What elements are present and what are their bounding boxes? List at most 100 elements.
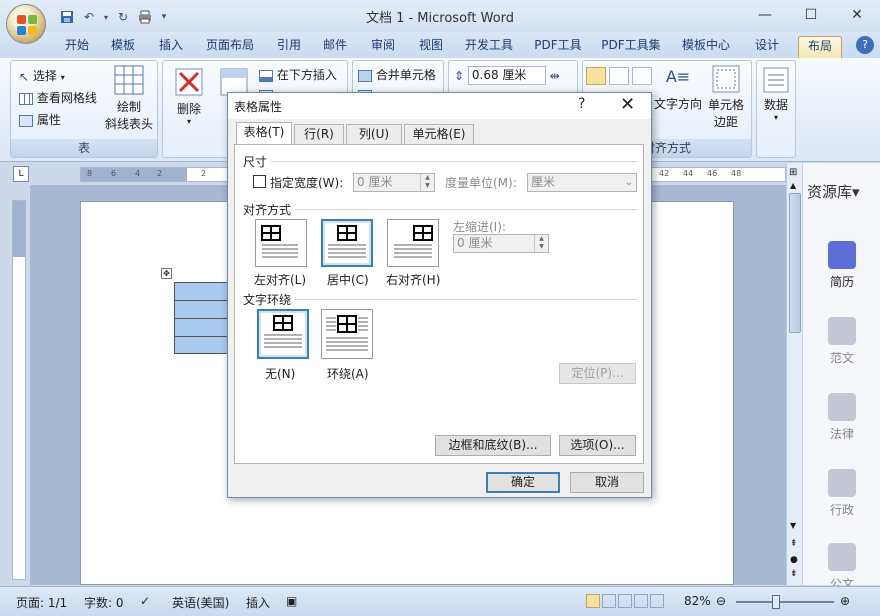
dropdown-arrow-icon[interactable]: ▾	[102, 8, 110, 26]
tab-insert[interactable]: 插入	[154, 36, 188, 56]
previous-page-icon[interactable]: ⇞	[790, 539, 798, 549]
tab-template-center[interactable]: 模板中心	[676, 36, 736, 56]
delete-button[interactable]: 删除 ▾	[171, 67, 207, 126]
tab-home[interactable]: 开始	[60, 36, 94, 56]
print-layout-icon[interactable]	[586, 594, 600, 608]
dialog-close-icon[interactable]: ✕	[620, 94, 635, 115]
specify-width-checkbox[interactable]	[253, 175, 266, 188]
draw-diagonal-header-button[interactable]: 绘制 斜线表头	[105, 65, 153, 132]
tab-mailings[interactable]: 邮件	[318, 36, 352, 56]
width-input[interactable]: 0 厘米 ▲ ▼	[353, 173, 435, 192]
vertical-scrollbar[interactable]: ⊞ ▲ ▼ ⇞ ● ⇟	[786, 163, 802, 585]
undo-icon[interactable]: ↶	[80, 8, 98, 26]
language-indicator[interactable]: 英语(美国)	[172, 594, 229, 611]
insert-mode[interactable]: 插入	[246, 594, 270, 611]
scroll-down-arrow-icon[interactable]: ▼	[790, 521, 796, 530]
insert-below-button[interactable]: 在下方插入	[259, 66, 337, 83]
vertical-ruler[interactable]	[12, 200, 26, 580]
official-doc-item[interactable]: 公文	[803, 543, 880, 592]
close-window-button[interactable]: ✕	[834, 0, 880, 30]
tab-column[interactable]: 列(U)	[346, 124, 402, 145]
zoom-in-icon[interactable]: ⊕	[840, 594, 850, 608]
minimize-button[interactable]: —	[742, 0, 788, 30]
data-button[interactable]: 数据 ▾	[759, 67, 793, 122]
table-move-handle[interactable]: ✥	[161, 268, 172, 279]
zoom-slider-track[interactable]	[736, 601, 834, 603]
next-page-icon[interactable]: ⇟	[790, 569, 798, 579]
tab-row[interactable]: 行(R)	[294, 124, 344, 145]
align-top-right-button[interactable]	[632, 67, 652, 85]
ruler-margin-top	[13, 201, 25, 257]
ok-button[interactable]: 确定	[486, 472, 560, 493]
maximize-button[interactable]: ☐	[788, 0, 834, 30]
align-center-option[interactable]	[321, 219, 373, 267]
tab-developer[interactable]: 开发工具	[460, 36, 518, 56]
text-direction-button[interactable]: A≡ 文字方向	[653, 67, 703, 112]
properties-button[interactable]: 属性	[19, 111, 61, 128]
help-icon[interactable]: ?	[856, 36, 874, 54]
tab-selector[interactable]: L	[13, 166, 29, 182]
merge-cells-button[interactable]: 合并单元格	[358, 66, 436, 83]
indent-spinner[interactable]: ▲ ▼	[534, 235, 548, 252]
cell-margins-label-2: 边距	[713, 115, 738, 129]
delete-label: 删除	[176, 102, 201, 116]
redo-icon[interactable]: ↻	[114, 8, 132, 26]
cursor-icon: ↖	[19, 69, 30, 84]
resume-item[interactable]: 简历	[803, 241, 880, 290]
law-item[interactable]: 法律	[803, 393, 880, 442]
tab-layout[interactable]: 布局	[798, 36, 842, 58]
resource-panel-title[interactable]: 资源库▾	[807, 181, 860, 202]
align-right-option[interactable]	[387, 219, 439, 267]
zoom-slider-thumb[interactable]	[772, 595, 780, 609]
scroll-up-arrow-icon[interactable]: ▲	[790, 181, 796, 190]
print-icon[interactable]	[136, 8, 154, 26]
tab-table[interactable]: 表格(T)	[236, 122, 292, 145]
align-left-option[interactable]	[255, 219, 307, 267]
select-button[interactable]: ↖ 选择 ▾	[19, 67, 65, 84]
proofing-icon[interactable]: ✓	[140, 594, 150, 608]
word-count[interactable]: 字数: 0	[84, 594, 124, 611]
outline-view-icon[interactable]	[634, 594, 648, 608]
tab-review[interactable]: 审阅	[366, 36, 400, 56]
left-indent-input[interactable]: 0 厘米 ▲ ▼	[453, 234, 549, 253]
full-screen-reading-icon[interactable]	[602, 594, 616, 608]
customize-qat-button[interactable]: ▾	[158, 8, 170, 26]
tab-page-layout[interactable]: 页面布局	[200, 36, 260, 56]
tab-design[interactable]: 设计	[750, 36, 784, 56]
tab-pdf-tools[interactable]: PDF工具	[530, 36, 586, 56]
align-top-left-button[interactable]	[586, 67, 606, 85]
office-button[interactable]	[6, 4, 46, 44]
wrap-around-option[interactable]	[321, 309, 373, 359]
dialog-help-icon[interactable]: ?	[578, 96, 585, 112]
row-height-input[interactable]: 0.68 厘米	[467, 66, 546, 85]
tab-cell[interactable]: 单元格(E)	[404, 124, 474, 145]
macro-record-icon[interactable]: ▣	[286, 594, 297, 608]
office-logo-icon	[17, 15, 37, 35]
tab-view[interactable]: 视图	[414, 36, 448, 56]
draft-view-icon[interactable]	[650, 594, 664, 608]
cancel-button[interactable]: 取消	[570, 472, 644, 493]
web-layout-icon[interactable]	[618, 594, 632, 608]
cell-margins-button[interactable]: 单元格 边距	[705, 65, 747, 130]
tab-templates[interactable]: 模板	[106, 36, 140, 56]
tab-pdf-toolset[interactable]: PDF工具集	[598, 36, 664, 56]
tab-references[interactable]: 引用	[272, 36, 306, 56]
page-count[interactable]: 页面: 1/1	[16, 594, 67, 611]
save-icon[interactable]	[58, 8, 76, 26]
admin-item[interactable]: 行政	[803, 469, 880, 518]
zoom-out-icon[interactable]: ⊖	[716, 594, 726, 608]
wrap-none-option[interactable]	[257, 309, 309, 359]
measure-in-select[interactable]: 厘米 ⌄	[527, 173, 637, 192]
ruler-toggle-icon[interactable]: ⊞	[789, 167, 797, 178]
positioning-button[interactable]: 定位(P)...	[559, 363, 636, 384]
align-top-center-button[interactable]	[609, 67, 629, 85]
borders-shading-button[interactable]: 边框和底纹(B)...	[435, 435, 551, 456]
sample-essay-item[interactable]: 范文	[803, 317, 880, 366]
width-spinner[interactable]: ▲ ▼	[420, 174, 434, 191]
options-button[interactable]: 选项(O)...	[559, 435, 636, 456]
scrollbar-thumb[interactable]	[789, 193, 801, 333]
zoom-level[interactable]: 82%	[684, 594, 711, 608]
select-browse-object-icon[interactable]: ●	[790, 555, 798, 565]
view-gridlines-button[interactable]: 查看网格线	[19, 89, 97, 106]
column-width-icon[interactable]: ⇹	[550, 69, 560, 83]
